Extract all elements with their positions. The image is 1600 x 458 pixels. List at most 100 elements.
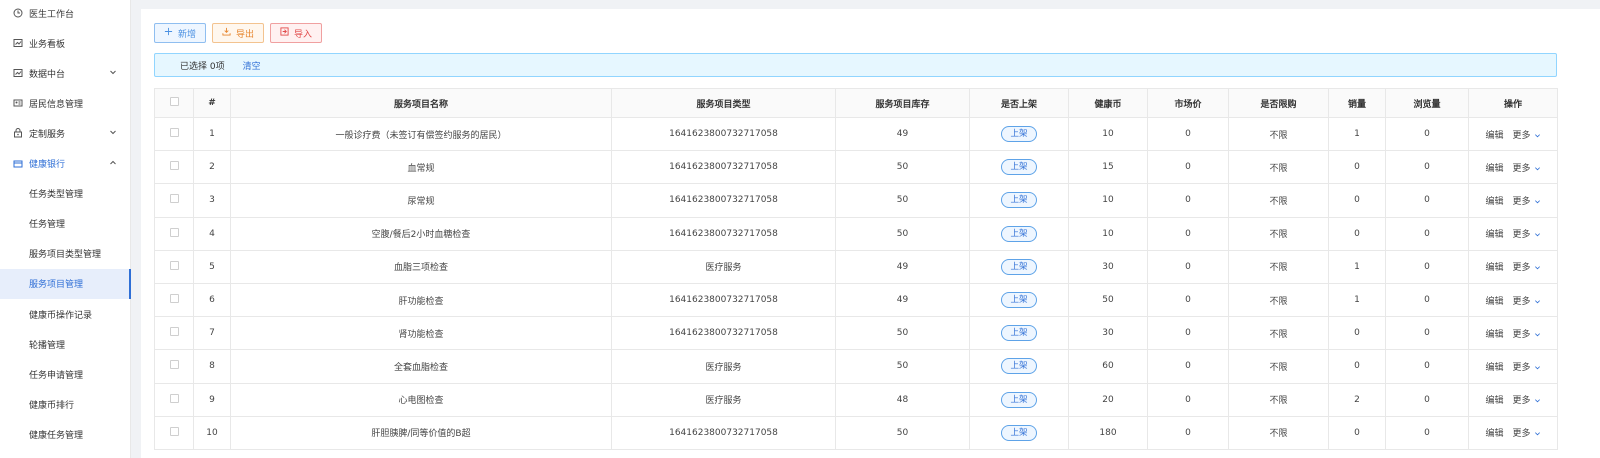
cell-sales: 0 bbox=[1328, 349, 1386, 384]
edit-link[interactable]: 编辑 bbox=[1485, 164, 1503, 174]
row-checkbox[interactable] bbox=[169, 260, 179, 270]
more-link[interactable]: 更多 bbox=[1513, 230, 1531, 240]
edit-link[interactable]: 编辑 bbox=[1485, 363, 1503, 373]
sidebar-item-10[interactable]: 服务项目管理 bbox=[0, 268, 131, 299]
row-checkbox-cell[interactable] bbox=[154, 415, 194, 450]
table-row: 6 肝功能检查 1641623800732717058 49 上架 50 0 不限 1 0 编辑 更多 bbox=[154, 282, 1558, 318]
add-button[interactable]: 新增 bbox=[154, 23, 207, 43]
row-checkbox[interactable] bbox=[169, 227, 179, 237]
row-checkbox-cell[interactable] bbox=[154, 216, 194, 251]
cell-type: 1641623800732717058 bbox=[611, 282, 836, 318]
cell-type: 1641623800732717058 bbox=[611, 316, 836, 351]
chevron-down-icon[interactable] bbox=[1534, 331, 1541, 338]
edit-link[interactable]: 编辑 bbox=[1485, 197, 1503, 207]
sidebar-item-2[interactable]: 业务看板 bbox=[0, 28, 131, 58]
cell-stock: 50 bbox=[835, 316, 970, 351]
chevron-down-icon[interactable] bbox=[1534, 430, 1541, 437]
more-link[interactable]: 更多 bbox=[1513, 297, 1531, 307]
cell-name: 肾功能检查 bbox=[230, 316, 612, 351]
more-link[interactable]: 更多 bbox=[1513, 363, 1531, 373]
select-all-checkbox-cell[interactable] bbox=[154, 88, 194, 118]
chevron-down-icon[interactable] bbox=[1534, 298, 1541, 305]
sidebar-item-13[interactable]: 任务申请管理 bbox=[0, 359, 131, 389]
edit-link[interactable]: 编辑 bbox=[1485, 230, 1503, 240]
sidebar-item-15[interactable]: 健康任务管理 bbox=[0, 419, 131, 449]
row-checkbox[interactable] bbox=[169, 294, 179, 304]
status-badge: 上架 bbox=[1001, 192, 1037, 209]
sidebar-item-label: 轮播管理 bbox=[29, 340, 66, 351]
cell-no: 8 bbox=[193, 349, 231, 384]
chevron-down-icon[interactable] bbox=[1534, 364, 1541, 371]
sidebar-item-3[interactable]: 数据中台 bbox=[0, 58, 131, 88]
more-link[interactable]: 更多 bbox=[1513, 396, 1531, 406]
cell-views: 0 bbox=[1385, 316, 1469, 351]
clear-selection-link[interactable]: 清空 bbox=[243, 59, 261, 72]
cell-type: 1641623800732717058 bbox=[611, 183, 836, 218]
sidebar-item-1[interactable]: 医生工作台 bbox=[0, 0, 131, 28]
clock-icon bbox=[13, 8, 23, 18]
chevron-down-icon[interactable] bbox=[1534, 264, 1541, 271]
sidebar-item-14[interactable]: 健康币排行 bbox=[0, 389, 131, 419]
row-checkbox[interactable] bbox=[169, 161, 179, 171]
row-checkbox-cell[interactable] bbox=[154, 282, 194, 318]
edit-link[interactable]: 编辑 bbox=[1485, 330, 1503, 340]
sidebar-item-8[interactable]: 任务管理 bbox=[0, 209, 131, 239]
row-checkbox-cell[interactable] bbox=[154, 316, 194, 351]
cell-limit: 不限 bbox=[1228, 382, 1329, 417]
cell-no: 1 bbox=[193, 116, 231, 152]
sidebar-item-9[interactable]: 服务项目类型管理 bbox=[0, 239, 131, 269]
status-cell: 上架 bbox=[969, 116, 1069, 152]
row-checkbox-cell[interactable] bbox=[154, 382, 194, 417]
chevron-down-icon[interactable] bbox=[1534, 397, 1541, 404]
edit-link[interactable]: 编辑 bbox=[1485, 131, 1503, 141]
cell-no: 9 bbox=[193, 382, 231, 417]
row-checkbox[interactable] bbox=[169, 360, 179, 370]
row-checkbox-cell[interactable] bbox=[154, 150, 194, 185]
edit-link[interactable]: 编辑 bbox=[1485, 263, 1503, 273]
more-link[interactable]: 更多 bbox=[1513, 197, 1531, 207]
cell-no: 2 bbox=[193, 150, 231, 185]
export-button[interactable]: 导出 bbox=[212, 23, 265, 43]
row-checkbox[interactable] bbox=[169, 393, 179, 403]
sidebar-item-12[interactable]: 轮播管理 bbox=[0, 329, 131, 359]
table-header-row: # 服务项目名称 服务项目类型 服务项目库存 是否上架 健康币 市场价 是否限购 销量 浏览量 操作 bbox=[154, 88, 1558, 118]
row-checkbox[interactable] bbox=[169, 327, 179, 337]
chevron-up-icon[interactable] bbox=[109, 159, 117, 167]
row-checkbox[interactable] bbox=[169, 426, 179, 436]
cell-limit: 不限 bbox=[1228, 415, 1329, 450]
sidebar-item-11[interactable]: 健康币操作记录 bbox=[0, 299, 131, 329]
cell-price: 0 bbox=[1147, 116, 1229, 152]
cell-views: 0 bbox=[1385, 116, 1469, 152]
edit-link[interactable]: 编辑 bbox=[1485, 297, 1503, 307]
cell-price: 0 bbox=[1147, 216, 1229, 251]
more-link[interactable]: 更多 bbox=[1513, 263, 1531, 273]
sidebar-item-4[interactable]: 居民信息管理 bbox=[0, 88, 131, 118]
more-link[interactable]: 更多 bbox=[1513, 429, 1531, 439]
row-checkbox-cell[interactable] bbox=[154, 249, 194, 284]
select-all-checkbox[interactable] bbox=[169, 97, 179, 106]
chevron-down-icon[interactable] bbox=[1534, 231, 1541, 238]
cell-stock: 50 bbox=[835, 183, 970, 218]
row-checkbox[interactable] bbox=[169, 194, 179, 204]
sidebar-item-label: 定制服务 bbox=[29, 129, 66, 140]
chevron-down-icon[interactable] bbox=[1534, 165, 1541, 172]
import-button[interactable]: 导入 bbox=[270, 23, 323, 43]
chevron-down-icon[interactable] bbox=[109, 68, 117, 76]
sidebar-item-5[interactable]: 定制服务 bbox=[0, 118, 131, 148]
chevron-down-icon[interactable] bbox=[109, 128, 117, 136]
edit-link[interactable]: 编辑 bbox=[1485, 429, 1503, 439]
sidebar-item-7[interactable]: 任务类型管理 bbox=[0, 179, 131, 209]
more-link[interactable]: 更多 bbox=[1513, 131, 1531, 141]
cell-sales: 0 bbox=[1328, 183, 1386, 218]
sidebar-item-label: 服务项目管理 bbox=[29, 280, 84, 291]
row-checkbox-cell[interactable] bbox=[154, 349, 194, 384]
sidebar-item-6[interactable]: 健康银行 bbox=[0, 149, 131, 179]
more-link[interactable]: 更多 bbox=[1513, 164, 1531, 174]
edit-link[interactable]: 编辑 bbox=[1485, 396, 1503, 406]
more-link[interactable]: 更多 bbox=[1513, 330, 1531, 340]
chevron-down-icon[interactable] bbox=[1534, 198, 1541, 205]
row-checkbox-cell[interactable] bbox=[154, 183, 194, 218]
row-checkbox[interactable] bbox=[169, 128, 179, 138]
row-checkbox-cell[interactable] bbox=[154, 116, 194, 152]
chevron-down-icon[interactable] bbox=[1534, 132, 1541, 139]
